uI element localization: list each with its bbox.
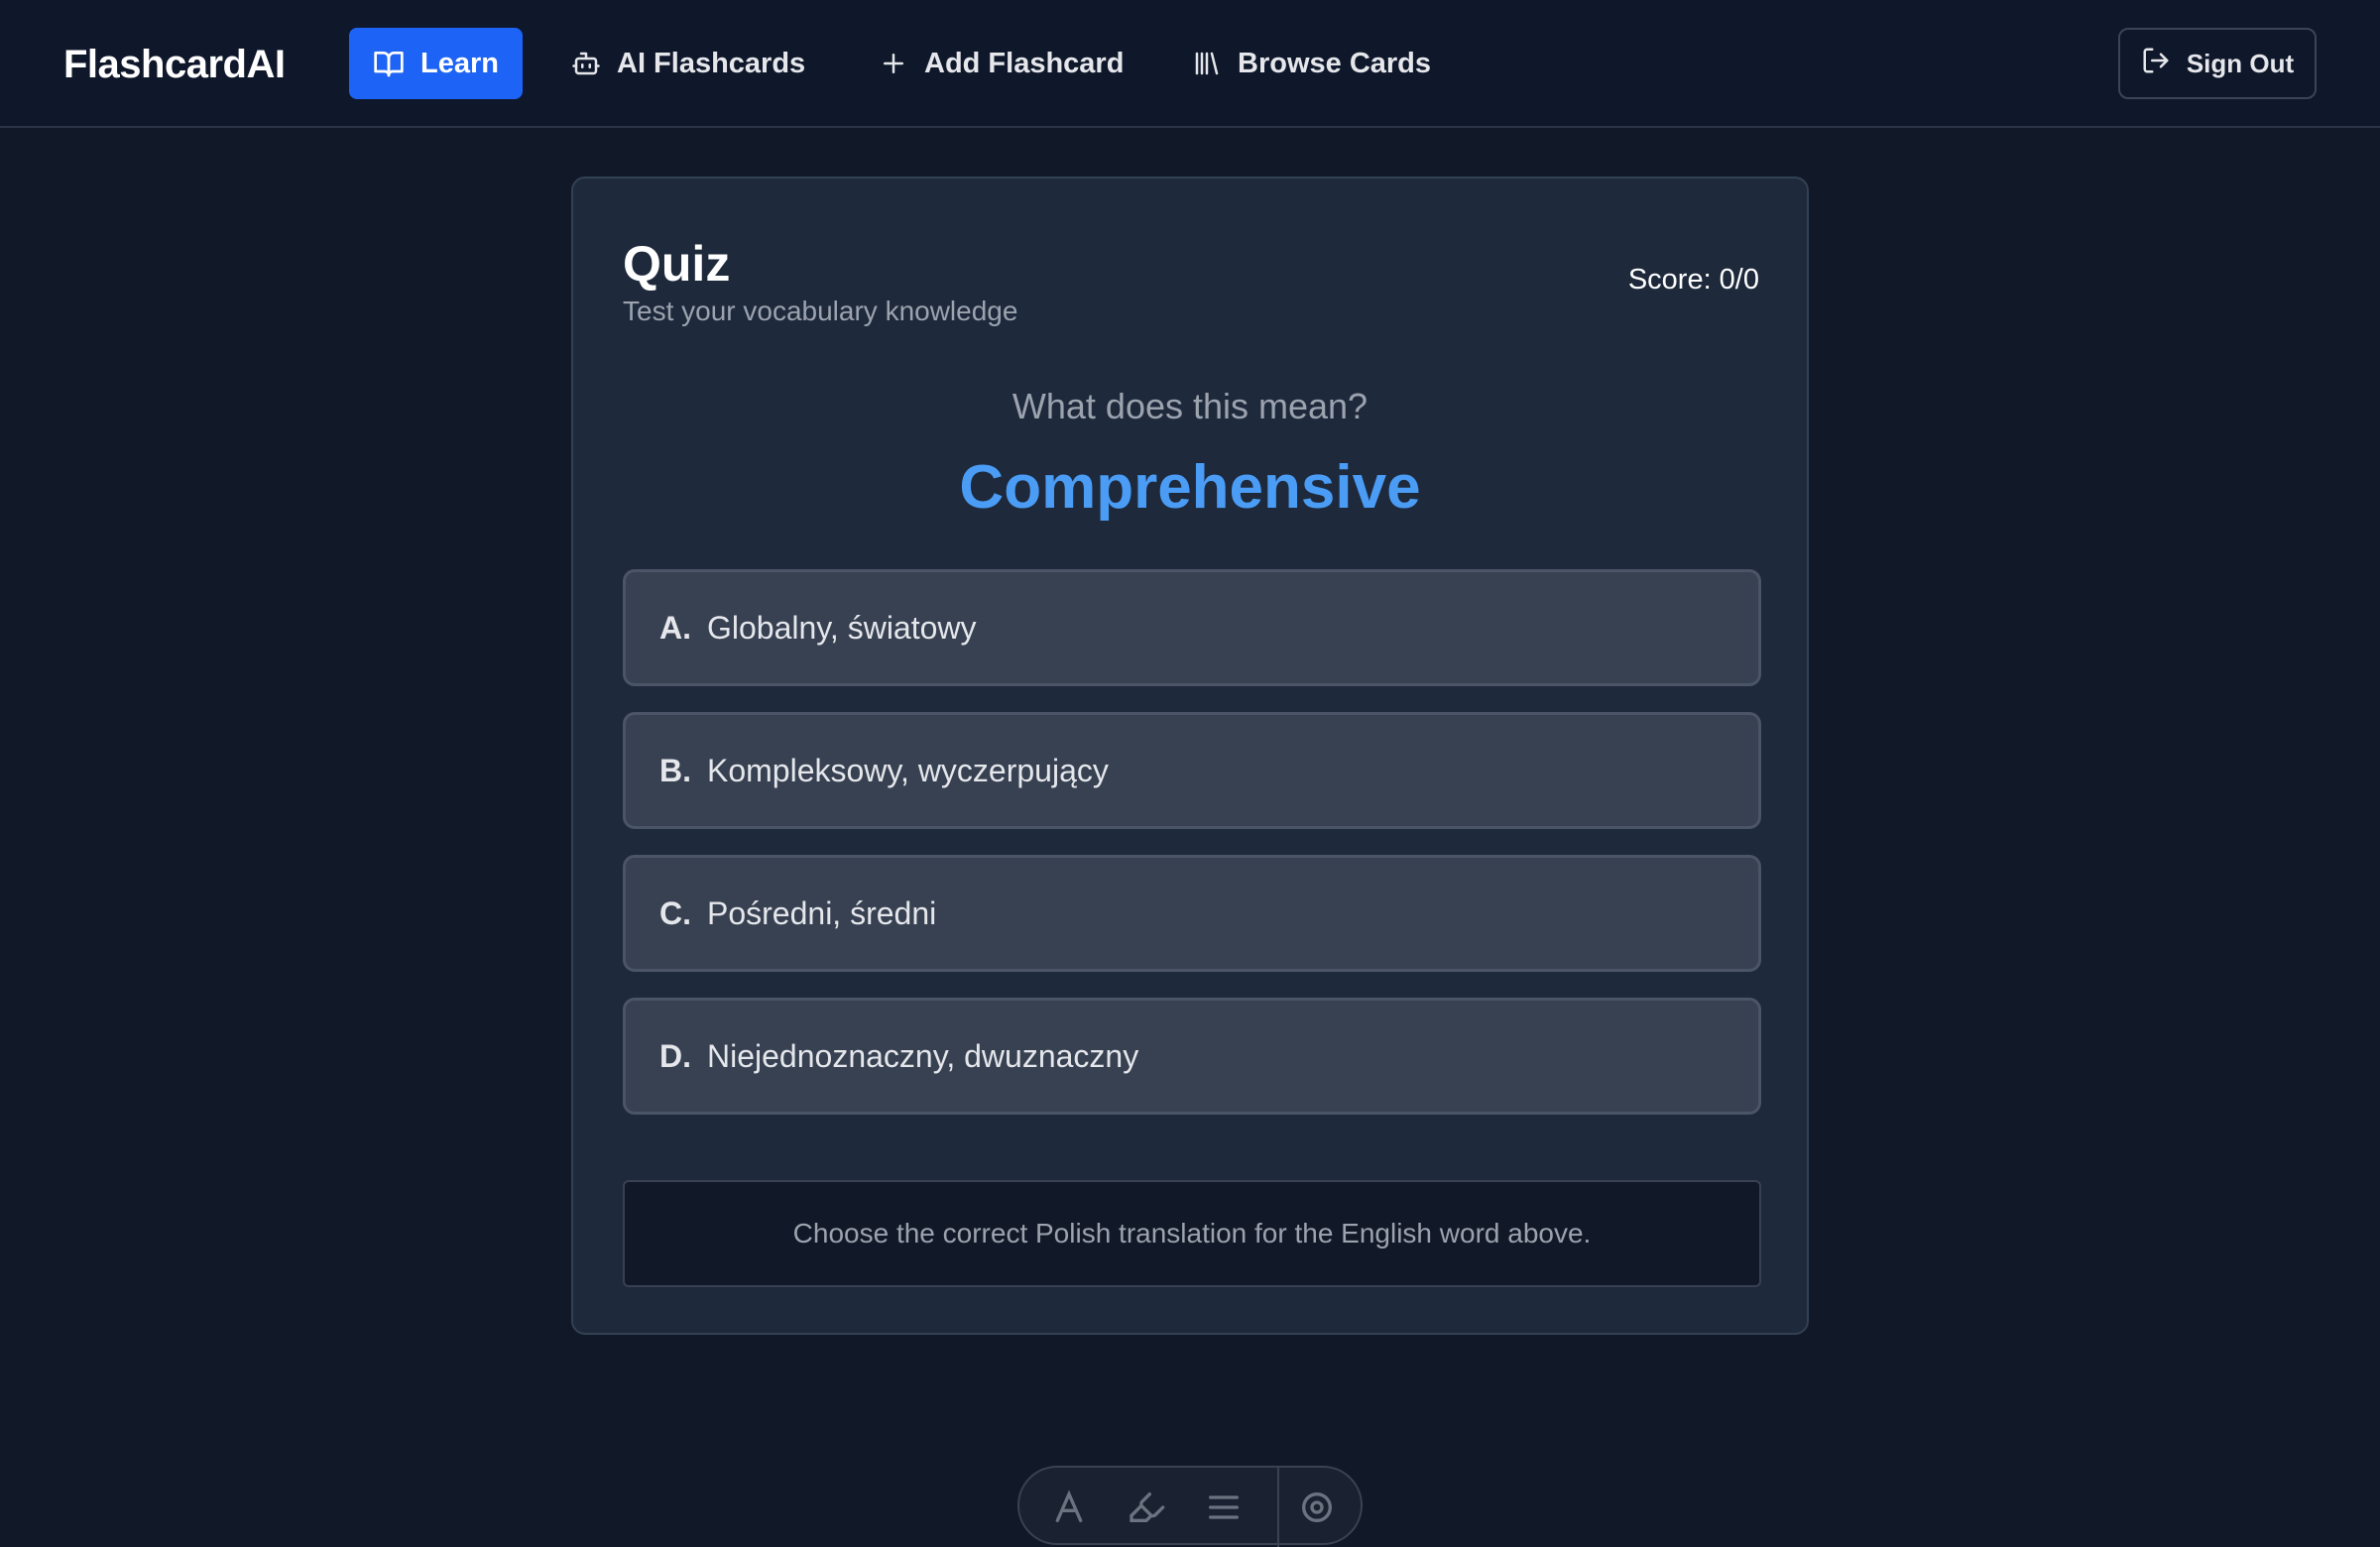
nav-ai-flashcards-label: AI Flashcards bbox=[617, 47, 806, 79]
nav-browse-cards-label: Browse Cards bbox=[1238, 47, 1432, 79]
bot-icon bbox=[571, 49, 601, 78]
quiz-subtitle: Test your vocabulary knowledge bbox=[623, 296, 1018, 326]
menu-icon[interactable] bbox=[1204, 1488, 1244, 1532]
sign-out-label: Sign Out bbox=[2186, 48, 2295, 78]
floating-toolbar bbox=[1017, 1466, 1363, 1547]
log-out-icon bbox=[2141, 46, 2171, 82]
nav-add-flashcard[interactable]: Add Flashcard bbox=[855, 28, 1147, 99]
option-letter: C. bbox=[659, 894, 691, 931]
answer-option-c[interactable]: C. Pośredni, średni bbox=[623, 855, 1761, 972]
settings-icon[interactable] bbox=[1297, 1488, 1337, 1532]
score-display: Score: 0/0 bbox=[1627, 264, 1759, 296]
answer-option-b[interactable]: B. Kompleksowy, wyczerpujący bbox=[623, 712, 1761, 829]
answer-option-d[interactable]: D. Niejednoznaczny, dwuznaczny bbox=[623, 998, 1761, 1115]
option-text: Globalny, światowy bbox=[707, 609, 977, 646]
instruction-hint: Choose the correct Polish translation fo… bbox=[623, 1180, 1761, 1287]
nav-add-flashcard-label: Add Flashcard bbox=[924, 47, 1125, 79]
nav-ai-flashcards[interactable]: AI Flashcards bbox=[547, 28, 829, 99]
nav-learn-label: Learn bbox=[420, 47, 499, 79]
nav-learn[interactable]: Learn bbox=[349, 28, 523, 99]
book-open-icon bbox=[373, 48, 405, 79]
option-text: Pośredni, średni bbox=[707, 894, 937, 931]
quiz-title: Quiz bbox=[623, 236, 731, 292]
library-icon bbox=[1192, 49, 1222, 78]
option-text: Niejednoznaczny, dwuznaczny bbox=[707, 1037, 1139, 1074]
plus-icon bbox=[879, 49, 908, 78]
quiz-card: Quiz Test your vocabulary knowledge Scor… bbox=[571, 177, 1809, 1335]
option-text: Kompleksowy, wyczerpujący bbox=[707, 752, 1109, 788]
option-letter: D. bbox=[659, 1037, 691, 1074]
answer-option-a[interactable]: A. Globalny, światowy bbox=[623, 569, 1761, 686]
highlighter-icon[interactable] bbox=[1127, 1488, 1166, 1532]
toolbar-divider bbox=[1277, 1468, 1279, 1547]
nav-browse-cards[interactable]: Browse Cards bbox=[1168, 28, 1455, 99]
option-letter: B. bbox=[659, 752, 691, 788]
option-letter: A. bbox=[659, 609, 691, 646]
quiz-word: Comprehensive bbox=[959, 453, 1421, 522]
brand-logo[interactable]: FlashcardAI bbox=[63, 40, 286, 89]
question-prompt: What does this mean? bbox=[1012, 386, 1368, 426]
top-navigation-bar: FlashcardAI Learn AI Flashcards Add Flas… bbox=[0, 0, 2380, 128]
sign-out-button[interactable]: Sign Out bbox=[2118, 28, 2317, 99]
text-icon[interactable] bbox=[1049, 1488, 1089, 1532]
